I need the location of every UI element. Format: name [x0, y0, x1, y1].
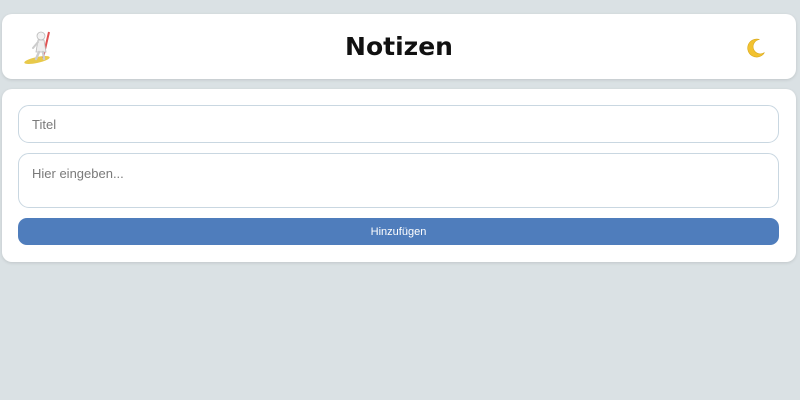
crescent-moon-icon[interactable]: [744, 36, 768, 60]
page-title: Notizen: [345, 32, 453, 61]
note-body-input[interactable]: [18, 153, 779, 208]
app-header: Notizen: [2, 14, 796, 79]
add-note-button[interactable]: Hinzufügen: [18, 218, 779, 245]
note-form-card: Hinzufügen: [2, 89, 796, 262]
title-input[interactable]: [18, 105, 779, 143]
